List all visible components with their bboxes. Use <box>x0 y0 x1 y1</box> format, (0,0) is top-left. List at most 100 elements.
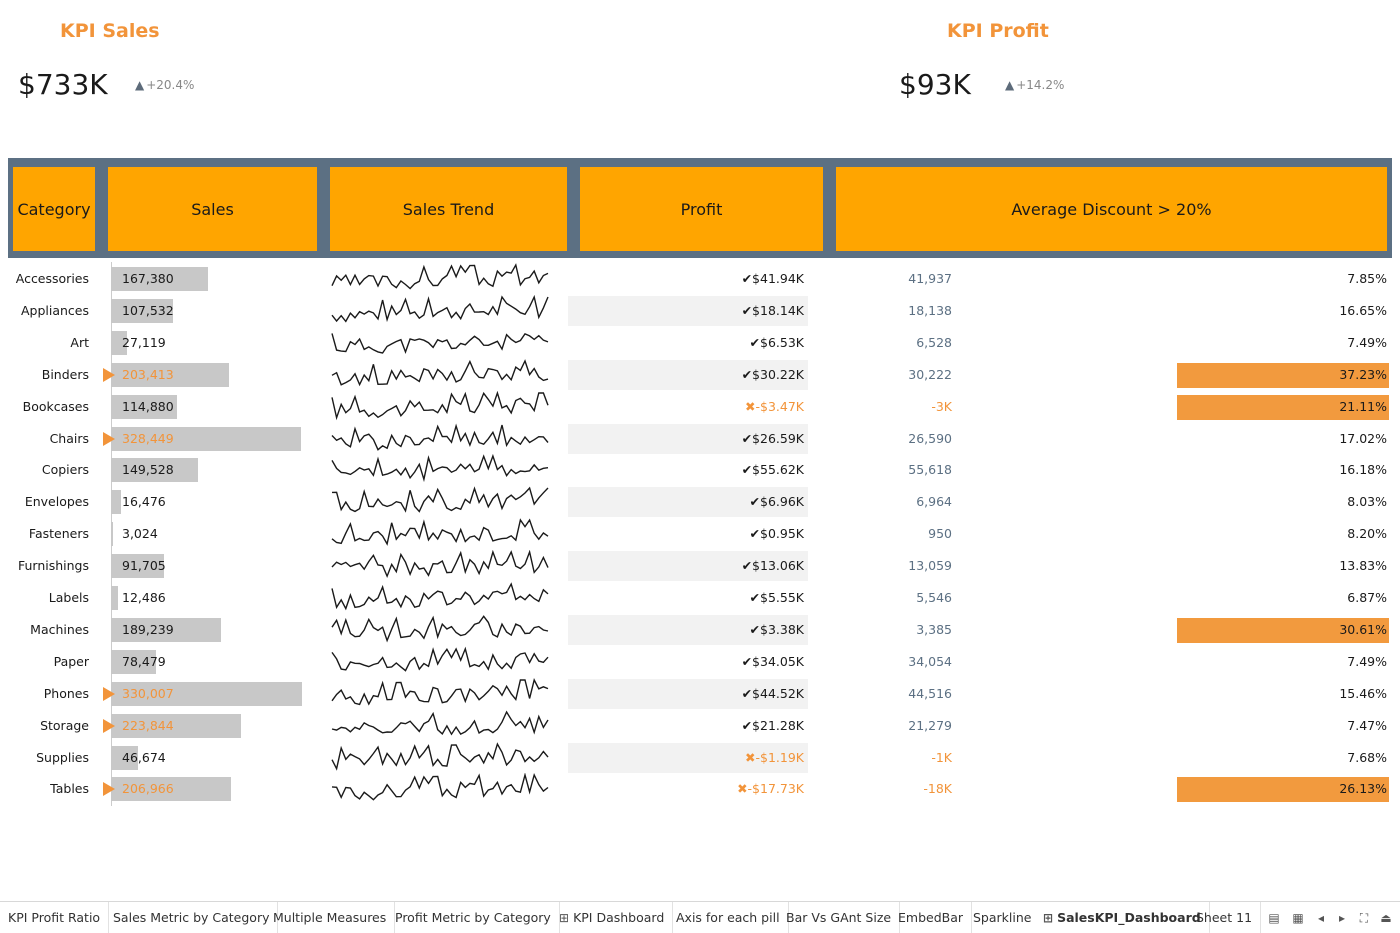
table-row[interactable]: Labels 12,486 ✔$5.55K 5,546 6.87% <box>0 582 1400 614</box>
sales-trend-sparkline[interactable] <box>330 294 550 327</box>
sales-trend-sparkline[interactable] <box>330 710 550 742</box>
sales-trend-sparkline[interactable] <box>330 358 550 391</box>
sales-trend-sparkline[interactable] <box>330 773 550 805</box>
up-triangle-icon: ▲ <box>135 78 145 92</box>
table-row[interactable]: Storage 223,844 ✔$21.28K 21,279 7.47% <box>0 710 1400 742</box>
sheet-tab[interactable]: Sparkline <box>965 902 1041 933</box>
sales-trend-sparkline[interactable] <box>330 614 550 646</box>
sales-trend-sparkline[interactable] <box>330 677 550 710</box>
sales-trend-sparkline[interactable] <box>330 263 550 295</box>
sales-trend-sparkline[interactable] <box>330 390 550 423</box>
sheet-tab-label: Profit Metric by Category <box>395 910 551 925</box>
sheet-tab-bar: KPI Profit Ratio Sales Metric by Category… <box>0 901 1400 933</box>
sales-trend-sparkline[interactable] <box>330 327 550 359</box>
category-label: Tables <box>50 781 89 797</box>
sales-trend-sparkline[interactable] <box>330 454 550 486</box>
table-row[interactable]: Phones 330,007 ✔$44.52K 44,516 15.46% <box>0 677 1400 710</box>
show-sheet-sorter-icon[interactable]: ▤ <box>1266 910 1282 926</box>
sales-bar[interactable] <box>111 522 113 547</box>
discount-value: 13.83% <box>1339 558 1387 574</box>
table-row[interactable]: Copiers 149,528 ✔$55.62K 55,618 16.18% <box>0 454 1400 486</box>
sales-trend-sparkline[interactable] <box>330 423 550 455</box>
profit-value: ✔$44.52K <box>741 685 804 701</box>
previous-sheet-icon[interactable]: ◂ <box>1313 910 1329 926</box>
header-category[interactable]: Category <box>13 167 95 251</box>
discount-value: 17.02% <box>1339 430 1387 446</box>
header-average-discount[interactable]: Average Discount > 20% <box>836 167 1387 251</box>
sheet-tab[interactable]: EmbedBar <box>890 902 973 933</box>
fullscreen-icon[interactable]: ⛶ <box>1356 910 1372 926</box>
sheet-tab[interactable]: KPI Profit Ratio <box>0 902 110 933</box>
sheet-tab[interactable]: Profit Metric by Category <box>387 902 560 933</box>
sales-trend-sparkline[interactable] <box>330 741 550 774</box>
sales-bar[interactable] <box>111 490 121 515</box>
sales-bar[interactable] <box>111 586 119 610</box>
sheet-tab[interactable]: ⊞ KPI Dashboard <box>551 902 674 933</box>
kpi-profit-delta-value: +14.2% <box>1016 78 1065 92</box>
profit-number: 26,590 <box>908 430 952 446</box>
category-label: Art <box>70 334 89 350</box>
sheet-tab[interactable]: Axis for each pill <box>668 902 789 933</box>
next-sheet-icon[interactable]: ▸ <box>1334 910 1350 926</box>
profit-value: ✔$34.05K <box>741 653 804 669</box>
sales-trend-sparkline[interactable] <box>330 486 550 518</box>
present-icon[interactable]: ⏏ <box>1378 910 1394 926</box>
sales-trend-sparkline[interactable] <box>330 646 550 678</box>
table-row[interactable]: Chairs 328,449 ✔$26.59K 26,590 17.02% <box>0 423 1400 455</box>
discount-value: 7.68% <box>1347 749 1387 765</box>
sheet-tab-label: Multiple Measures <box>273 910 387 925</box>
profit-value: ✔$3.38K <box>749 621 804 637</box>
sheet-tab-label: SalesKPI_Dashboard <box>1057 910 1201 925</box>
kpi-sales-value: $733K <box>18 68 108 101</box>
sparkline-path <box>331 550 549 579</box>
profit-number: 34,054 <box>908 653 952 669</box>
sales-value: 27,119 <box>122 334 166 350</box>
sheet-tab[interactable]: Bar Vs GAnt Size <box>778 902 901 933</box>
header-profit[interactable]: Profit <box>580 167 823 251</box>
discount-value: 37.23% <box>1339 366 1387 382</box>
category-label: Bookcases <box>22 398 89 414</box>
sheet-tab[interactable]: ⊞ SalesKPI_Dashboard <box>1035 902 1210 933</box>
table-row[interactable]: Fasteners 3,024 ✔$0.95K 950 8.20% <box>0 518 1400 550</box>
sheet-tab[interactable]: Multiple Measures <box>265 902 396 933</box>
table-row[interactable]: Paper 78,479 ✔$34.05K 34,054 7.49% <box>0 646 1400 678</box>
sparkline-path <box>331 773 549 802</box>
discount-value: 26.13% <box>1339 781 1387 797</box>
table-row[interactable]: Furnishings 91,705 ✔$13.06K 13,059 13.83% <box>0 550 1400 582</box>
filmstrip-icon[interactable]: ▦ <box>1290 910 1306 926</box>
sales-trend-sparkline[interactable] <box>330 550 550 582</box>
sales-trend-sparkline[interactable] <box>330 582 550 614</box>
profit-number: 950 <box>928 526 952 542</box>
sparkline-path <box>331 332 549 354</box>
sales-value: 149,528 <box>122 462 174 478</box>
table-row[interactable]: Art 27,119 ✔$6.53K 6,528 7.49% <box>0 327 1400 359</box>
sales-value: 114,880 <box>122 398 174 414</box>
table-row[interactable]: Machines 189,239 ✔$3.38K 3,385 30.61% <box>0 614 1400 646</box>
sparkline-path <box>331 486 549 514</box>
sales-trend-sparkline[interactable] <box>330 518 550 550</box>
header-sales[interactable]: Sales <box>108 167 317 251</box>
sales-value: 330,007 <box>122 685 174 701</box>
table-row[interactable]: Supplies 46,674 ✖-$1.19K -1K 7.68% <box>0 741 1400 774</box>
profit-number: 18,138 <box>908 302 952 318</box>
table-row[interactable]: Accessories 167,380 ✔$41.94K 41,937 7.85% <box>0 263 1400 295</box>
header-sales-trend[interactable]: Sales Trend <box>330 167 567 251</box>
profit-number: 44,516 <box>908 685 952 701</box>
profit-value: ✔$18.14K <box>741 302 804 318</box>
table-row[interactable]: Appliances 107,532 ✔$18.14K 18,138 16.65% <box>0 294 1400 327</box>
sheet-tab[interactable]: Sales Metric by Category <box>105 902 279 933</box>
table-row[interactable]: Binders 203,413 ✔$30.22K 30,222 37.23% <box>0 358 1400 391</box>
profit-value: ✔$26.59K <box>741 430 804 446</box>
table-row[interactable]: Envelopes 16,476 ✔$6.96K 6,964 8.03% <box>0 486 1400 518</box>
category-label: Paper <box>53 653 89 669</box>
sparkline-path <box>331 390 549 420</box>
table-row[interactable]: Tables 206,966 ✖-$17.73K -18K 26.13% <box>0 773 1400 805</box>
discount-value: 6.87% <box>1347 590 1387 605</box>
sales-value: 223,844 <box>122 717 174 733</box>
profit-value: ✖-$1.19K <box>745 749 804 765</box>
table-row[interactable]: Bookcases 114,880 ✖-$3.47K -3K 21.11% <box>0 390 1400 423</box>
category-label: Fasteners <box>28 526 89 542</box>
category-label: Appliances <box>20 302 89 318</box>
profit-value: ✔$30.22K <box>741 366 804 382</box>
sheet-tab[interactable]: Sheet 11 <box>1188 902 1262 933</box>
